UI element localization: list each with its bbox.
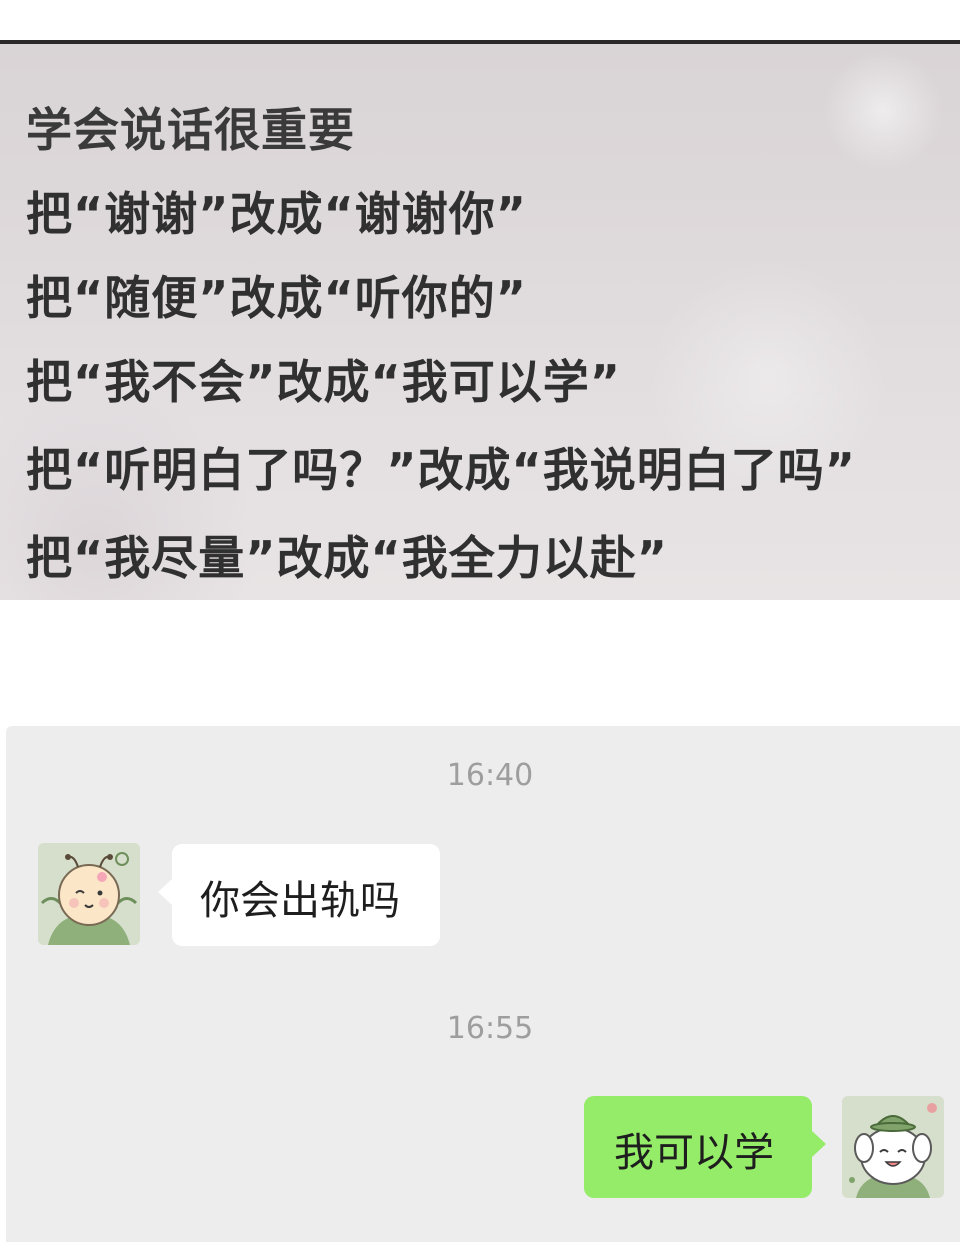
meme-line: 把“我不会”改成“我可以学” (26, 355, 621, 409)
incoming-message-bubble[interactable]: 你会出轨吗 (158, 844, 440, 946)
white-puppy-green-hat-avatar-icon (842, 1096, 944, 1198)
message-timestamp: 16:40 (446, 758, 534, 793)
message-timestamp: 16:55 (446, 1011, 534, 1046)
meme-line: 把“随便”改成“听你的” (26, 271, 527, 325)
green-cartoon-creature-avatar-icon (38, 843, 140, 945)
meme-line: 把“我尽量”改成“我全力以赴” (26, 531, 668, 585)
outgoing-message-bubble[interactable]: 我可以学 (584, 1096, 826, 1198)
self-avatar[interactable] (842, 1096, 944, 1198)
contact-avatar[interactable] (38, 843, 140, 945)
meme-line: 把“谢谢”改成“谢谢你” (26, 187, 527, 241)
meme-image-panel: 学会说话很重要 把“谢谢”改成“谢谢你” 把“随便”改成“听你的” 把“我不会”… (0, 44, 960, 600)
meme-title: 学会说话很重要 (26, 103, 355, 157)
meme-line: 把“听明白了吗？”改成“我说明白了吗” (26, 443, 856, 497)
chat-screenshot-panel (6, 726, 960, 1242)
